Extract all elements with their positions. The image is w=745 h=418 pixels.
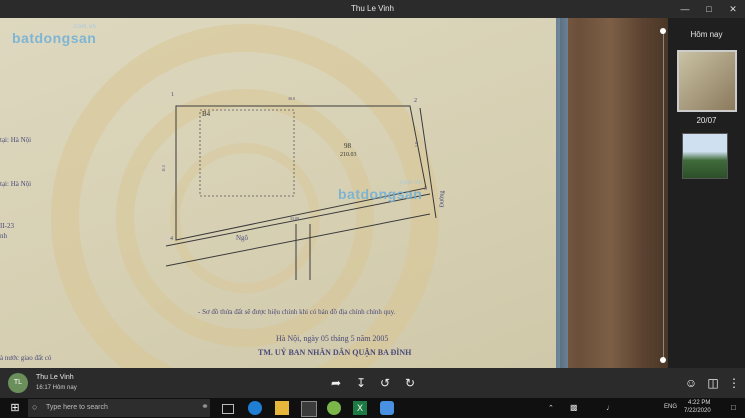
volume-icon[interactable]: ♩ (606, 403, 614, 412)
clock-date[interactable]: 7/22/2020 (684, 408, 711, 414)
timeline-handle-bottom[interactable] (660, 357, 666, 363)
watermark-text: batdongsan (12, 30, 97, 46)
corner-label: 2 (414, 98, 417, 104)
maximize-icon[interactable]: □ (697, 0, 721, 18)
close-icon[interactable]: ✕ (721, 0, 745, 18)
network-icon[interactable]: ▩ (570, 403, 578, 412)
search-icon: ○ (32, 402, 38, 412)
clock-time[interactable]: 4:22 PM (688, 400, 710, 406)
dimension-label: 11.5 (160, 165, 166, 172)
date-line: Hà Nội, ngày 05 tháng 5 năm 2005 (276, 334, 389, 343)
photo-thumbnail[interactable] (682, 133, 728, 179)
road-label: Đường (439, 190, 446, 208)
left-fragment: tại: Hà Nội (0, 136, 32, 144)
photo-time: 16:17 Hôm nay (36, 385, 77, 391)
windows-taskbar: ⊞ ○ Type here to search ⚭ X ⌃ ▩ ♩ ENG 4:… (0, 398, 745, 418)
minimize-icon[interactable]: — (673, 0, 697, 18)
left-fragment: tại: Hà Nội (0, 180, 32, 188)
corner-label: 1 (171, 92, 174, 98)
dimension-label: 30.0 (288, 96, 295, 101)
edge-browser-icon[interactable] (248, 401, 262, 415)
date-navigation-panel: Hôm nay 20/07 (668, 18, 745, 368)
alley-label: Ngõ (236, 234, 249, 242)
more-icon[interactable]: ⋮ (726, 375, 742, 391)
avatar: TL (8, 373, 28, 393)
search-input[interactable]: ○ Type here to search (28, 399, 210, 417)
excel-icon[interactable]: X (353, 401, 367, 415)
watermark-logo: .com.vn batdongsan (338, 180, 422, 202)
windows-start-icon[interactable]: ⊞ (8, 401, 22, 415)
share-icon[interactable]: ➦ (328, 375, 344, 391)
today-label: Hôm nay (690, 30, 723, 39)
microphone-icon[interactable]: ⚭ (198, 401, 212, 415)
timeline-handle-top[interactable] (660, 28, 666, 34)
plastic-sleeve-edge (556, 18, 568, 368)
left-fragment: II-23 (0, 222, 14, 230)
date-label: 20/07 (696, 116, 717, 125)
emoji-icon[interactable]: ☺ (683, 375, 699, 391)
land-certificate-photo: 1 2 3 4 30.0 11.5 5.8 33.09 B4 98 210.03… (0, 18, 560, 368)
corner-label: 3 (424, 186, 427, 192)
user-name: Thu Le Vinh (36, 374, 74, 381)
corner-label: 4 (170, 236, 173, 242)
parcel-area: 210.03 (340, 152, 357, 158)
dimension-label: 33.09 (290, 216, 299, 221)
search-placeholder: Type here to search (46, 404, 108, 411)
signature-line: TM. UỶ BAN NHÂN DÂN QUẬN BA ĐÌNH (258, 348, 412, 357)
parcel-number: 98 (344, 142, 351, 150)
chrome-icon[interactable] (327, 401, 341, 415)
notification-icon[interactable]: □ (731, 403, 736, 412)
title-bar: Thu Le Vinh — □ ✕ (0, 0, 745, 18)
layout-icon[interactable]: ◫ (705, 375, 721, 391)
photo-thumbnail-selected[interactable] (677, 50, 737, 112)
download-icon[interactable]: ↧ (353, 375, 369, 391)
left-fragment: nh (0, 232, 7, 240)
rotate-right-icon[interactable]: ↻ (402, 375, 418, 391)
task-view-icon[interactable] (222, 404, 234, 414)
file-explorer-icon[interactable] (275, 401, 289, 415)
rotate-left-icon[interactable]: ↺ (377, 375, 393, 391)
store-icon[interactable] (301, 401, 317, 417)
tray-chevron-icon[interactable]: ⌃ (548, 404, 554, 412)
zalo-icon[interactable] (380, 401, 394, 415)
photo-viewer: 1 2 3 4 30.0 11.5 5.8 33.09 B4 98 210.03… (0, 18, 668, 368)
photo-info-bar: TL Thu Le Vinh 16:17 Hôm nay ➦ ↧ ↺ ↻ ☺ ◫… (0, 368, 745, 398)
window-title: Thu Le Vinh (351, 4, 394, 13)
left-fragment: à nước giao đất có (0, 354, 52, 362)
timeline-track[interactable] (663, 30, 664, 362)
plot-id: B4 (202, 110, 211, 118)
language-indicator[interactable]: ENG (664, 404, 677, 410)
watermark-logo: .com.vn batdongsan (12, 24, 96, 46)
note-line: - Sơ đồ thửa đất sẽ được hiệu chỉnh khi … (198, 308, 396, 316)
dimension-label: 5.8 (414, 142, 419, 147)
watermark-text: batdongsan (338, 186, 423, 202)
